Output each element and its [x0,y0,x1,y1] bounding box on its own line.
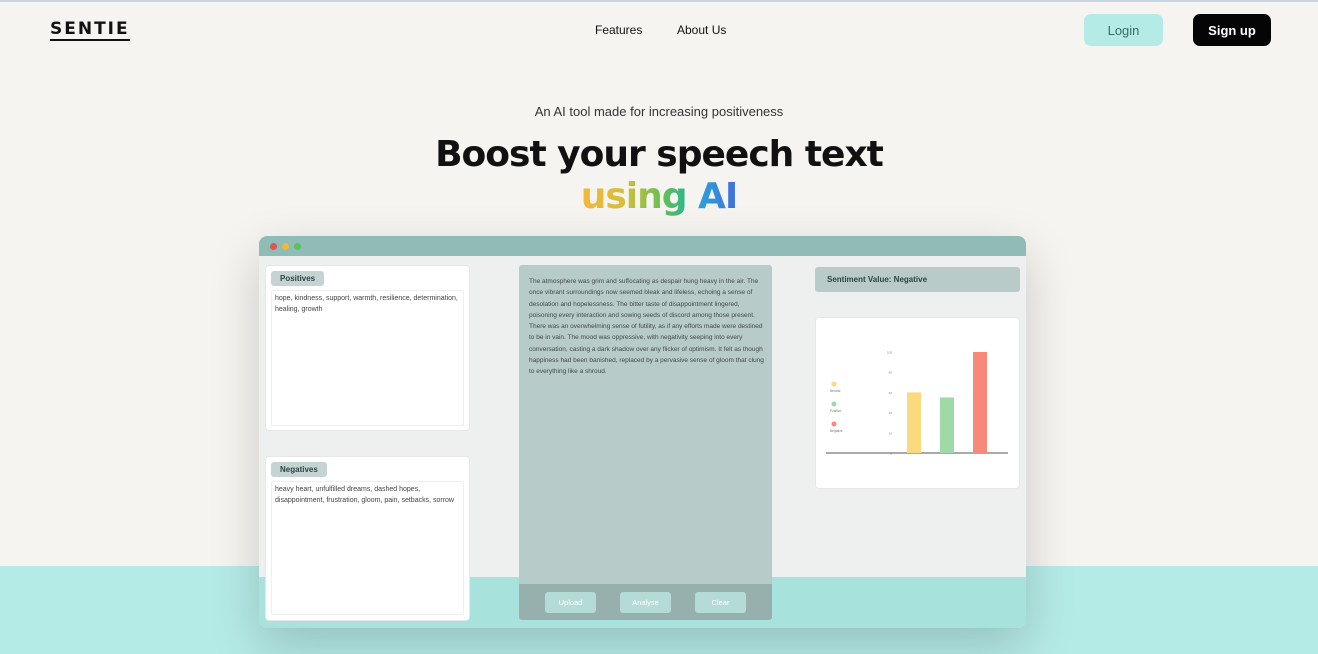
headline-using: using [580,176,688,217]
negatives-label: Negatives [271,462,327,477]
hero-headline-accent: using AI [0,176,1318,217]
nav-about-link[interactable]: About Us [677,23,726,37]
y-tick-label: 80 [889,371,893,375]
y-tick-label: 20 [889,431,893,435]
legend-label: Neutral [830,389,841,393]
sentiment-value-badge: Sentiment Value: Negative [815,267,1020,292]
login-button[interactable]: Login [1084,14,1163,46]
legend-swatch [831,421,837,427]
legend-swatch [831,401,837,407]
bar-neutral [907,392,921,453]
y-tick-label: 100 [887,351,892,355]
hero-headline: Boost your speech text [435,134,884,175]
minimize-dot-icon [282,243,289,250]
y-tick-label: 60 [889,391,893,395]
analyse-button[interactable]: Analyse [620,592,671,613]
top-border [0,0,1318,2]
window-titlebar [259,236,1026,256]
headline-ai: AI [698,176,738,217]
legend-label: Positive [830,409,841,413]
app-preview-window: Positives hope, kindness, support, warmt… [259,236,1026,628]
sentiment-bar-chart: 020406080100NeutralPositiveNegative [826,351,1008,456]
close-dot-icon [270,243,277,250]
signup-button[interactable]: Sign up [1193,14,1271,46]
legend-label: Negative [830,429,843,433]
nav-features-link[interactable]: Features [595,23,642,37]
speech-text-area[interactable]: The atmosphere was grim and suffocating … [519,265,772,620]
positives-card: Positives hope, kindness, support, warmt… [265,265,470,431]
brand-logo[interactable]: SENTIE [50,20,130,41]
speech-text: The atmosphere was grim and suffocating … [529,278,764,376]
negatives-card: Negatives heavy heart, unfulfilled dream… [265,456,470,621]
upload-button[interactable]: Upload [545,592,596,613]
sentiment-chart-card: 020406080100NeutralPositiveNegative [815,317,1020,489]
bar-negative [973,352,987,453]
clear-button[interactable]: Clear [695,592,746,613]
positives-text: hope, kindness, support, warmth, resilie… [275,295,458,313]
hero-tagline: An AI tool made for increasing positiven… [534,104,784,119]
maximize-dot-icon [294,243,301,250]
positives-label: Positives [271,271,325,286]
negatives-text: heavy heart, unfulfilled dreams, dashed … [275,486,454,504]
y-tick-label: 40 [889,411,893,415]
bar-positive [940,397,954,453]
legend-swatch [831,381,837,387]
